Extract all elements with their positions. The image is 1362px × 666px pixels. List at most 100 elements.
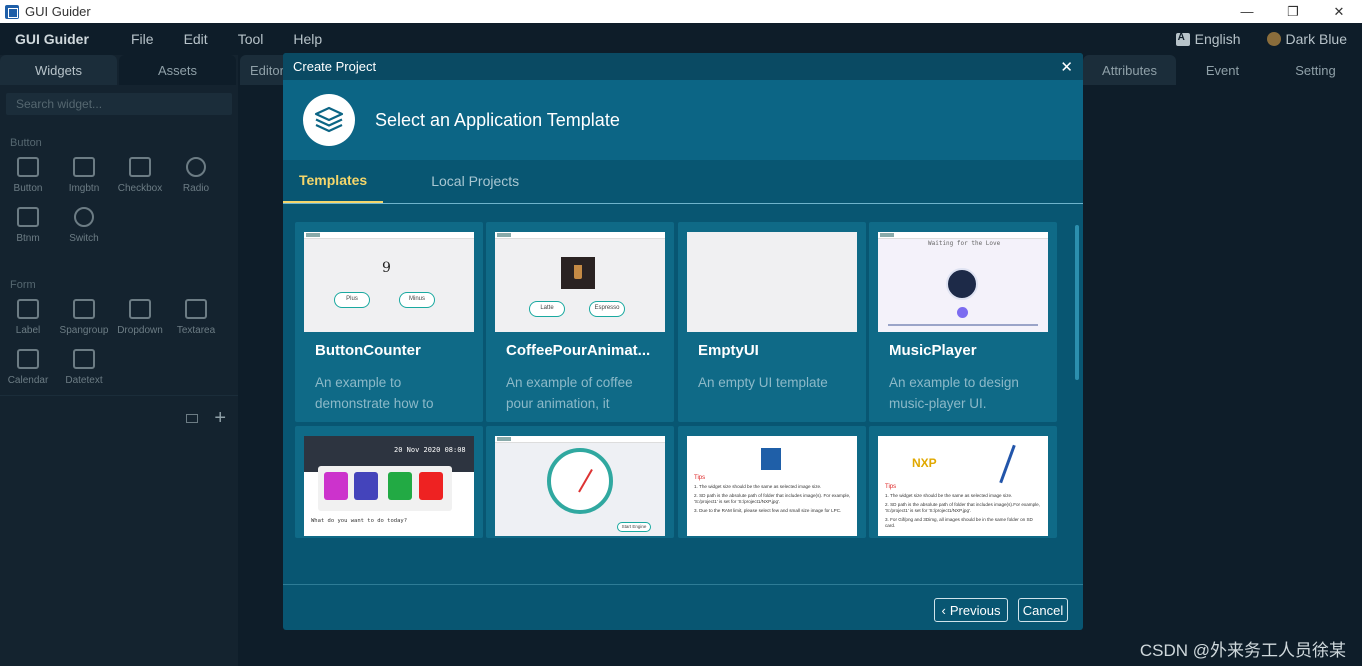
widget-search-input[interactable]: Search widget... bbox=[6, 93, 232, 115]
widget-calendar[interactable]: Calendar bbox=[0, 349, 56, 399]
widget-label: Switch bbox=[69, 233, 99, 244]
tab-setting[interactable]: Setting bbox=[1269, 55, 1362, 85]
widget-label: Textarea bbox=[176, 325, 216, 336]
tips-text: 1. The widget size should be the same as… bbox=[694, 484, 851, 513]
tab-templates[interactable]: Templates bbox=[283, 159, 384, 203]
theme-label: Dark Blue bbox=[1285, 31, 1347, 47]
language-label: English bbox=[1194, 31, 1241, 47]
widget-button[interactable]: Button bbox=[0, 157, 56, 207]
printer-date: 20 Nov 2020 08:08 bbox=[394, 446, 466, 454]
template-grid: 9 Plus Minus ButtonCounter An example to… bbox=[295, 222, 1073, 538]
widget-label: Radio bbox=[182, 183, 210, 194]
coffee-cup-image bbox=[561, 257, 595, 289]
spangroup-widget-icon bbox=[73, 299, 95, 319]
menu-help[interactable]: Help bbox=[293, 31, 322, 47]
tab-widgets[interactable]: Widgets bbox=[0, 55, 117, 85]
widget-switch[interactable]: Switch bbox=[56, 207, 112, 257]
widget-label: Checkbox bbox=[117, 183, 163, 194]
coffee-thumbnail: Latte Espresso bbox=[495, 232, 665, 332]
dialog-footer: ‹ Previous Cancel bbox=[283, 584, 1083, 630]
menu-tool[interactable]: Tool bbox=[238, 31, 264, 47]
buttoncounter-thumbnail: 9 Plus Minus bbox=[304, 232, 474, 332]
template-card-speedometer[interactable]: Start Engine bbox=[486, 426, 674, 538]
app-logo-icon bbox=[5, 4, 19, 19]
start-engine-pill: Start Engine bbox=[617, 522, 651, 532]
menu-edit[interactable]: Edit bbox=[184, 31, 208, 47]
emptyui-thumbnail bbox=[687, 232, 857, 332]
window-title: GUI Guider bbox=[25, 4, 91, 19]
espresso-pill: Espresso bbox=[589, 301, 625, 317]
form-widgets: Label Spangroup Dropdown Textarea Calend… bbox=[0, 299, 230, 399]
section-title-button: Button bbox=[10, 137, 42, 149]
template-card-image-tips[interactable]: Tips 1. The widget size should be the sa… bbox=[678, 426, 866, 538]
menubar: GUI Guider File Edit Tool Help English D… bbox=[0, 23, 1362, 55]
speedometer-thumbnail: Start Engine bbox=[495, 436, 665, 536]
cancel-button[interactable]: Cancel bbox=[1018, 598, 1068, 622]
food-app-icon bbox=[324, 472, 348, 500]
create-project-dialog: Create Project ✕ Select an Application T… bbox=[283, 53, 1083, 630]
nxp-logo: NXP bbox=[912, 456, 937, 470]
palette-icon bbox=[1266, 32, 1281, 46]
widget-checkbox[interactable]: Checkbox bbox=[112, 157, 168, 207]
card-title: ButtonCounter bbox=[315, 342, 421, 359]
card-description: An example to design music-player UI. bbox=[889, 375, 1019, 411]
close-window-button[interactable]: ✕ bbox=[1316, 0, 1362, 23]
previous-button[interactable]: ‹ Previous bbox=[934, 598, 1008, 622]
right-tabs: Attributes Event Setting bbox=[1083, 55, 1362, 85]
nxp-thumbnail: NXP Tips 1. The widget size should be th… bbox=[878, 436, 1048, 536]
close-icon[interactable]: ✕ bbox=[1060, 58, 1073, 76]
tab-local-projects[interactable]: Local Projects bbox=[415, 159, 535, 203]
template-scrollbar[interactable] bbox=[1075, 225, 1079, 380]
setup-app-icon bbox=[419, 472, 443, 500]
theme-button[interactable]: Dark Blue bbox=[1266, 31, 1347, 47]
textarea-widget-icon bbox=[185, 299, 207, 319]
template-card-printer[interactable]: 20 Nov 2020 08:08 What do you want to do… bbox=[295, 426, 483, 538]
counter-value: 9 bbox=[382, 260, 391, 276]
btnm-widget-icon bbox=[17, 207, 39, 227]
widget-label: Label bbox=[15, 325, 41, 336]
previous-label: Previous bbox=[949, 602, 1001, 618]
switch-widget-icon bbox=[74, 207, 94, 227]
widget-btnm[interactable]: Btnm bbox=[0, 207, 56, 257]
template-card-buttoncounter[interactable]: 9 Plus Minus ButtonCounter An example to… bbox=[295, 222, 483, 422]
add-icon[interactable]: + bbox=[214, 407, 226, 430]
widget-textarea[interactable]: Textarea bbox=[168, 299, 224, 349]
watermark: CSDN @外来务工人员徐某 bbox=[1139, 641, 1346, 660]
template-card-coffee[interactable]: Latte Espresso CoffeePourAnimat... An ex… bbox=[486, 222, 674, 422]
gauge-dial bbox=[547, 448, 613, 514]
template-card-nxp[interactable]: NXP Tips 1. The widget size should be th… bbox=[869, 426, 1057, 538]
widget-label-item[interactable]: Label bbox=[0, 299, 56, 349]
widget-radio[interactable]: Radio bbox=[168, 157, 224, 207]
minimize-button[interactable]: — bbox=[1224, 0, 1270, 23]
plus-pill: Plus bbox=[334, 292, 370, 308]
dialog-titlebar: Create Project ✕ bbox=[283, 53, 1083, 80]
imgbtn-widget-icon bbox=[73, 157, 95, 177]
widget-label: Dropdown bbox=[117, 325, 163, 336]
language-icon bbox=[1175, 32, 1190, 46]
template-card-musicplayer[interactable]: Waiting for the Love MusicPlayer An exam… bbox=[869, 222, 1057, 422]
tips-text: 1. The widget size should be the same as… bbox=[885, 493, 1040, 528]
widget-dropdown[interactable]: Dropdown bbox=[112, 299, 168, 349]
dialog-header: Select an Application Template bbox=[283, 80, 1083, 160]
restore-button[interactable]: ❐ bbox=[1270, 0, 1316, 23]
tab-event[interactable]: Event bbox=[1176, 55, 1269, 85]
widget-label: Calendar bbox=[7, 375, 49, 386]
tips-title: Tips bbox=[694, 475, 706, 481]
language-button[interactable]: English bbox=[1175, 31, 1241, 47]
tab-assets[interactable]: Assets bbox=[119, 55, 236, 85]
layers-logo-icon bbox=[303, 94, 355, 146]
widget-spangroup[interactable]: Spangroup bbox=[56, 299, 112, 349]
widget-datetext[interactable]: Datetext bbox=[56, 349, 112, 399]
minus-pill: Minus bbox=[399, 292, 435, 308]
menubar-tools: English Dark Blue bbox=[1175, 23, 1347, 55]
gui-logo-icon bbox=[761, 448, 781, 470]
tab-attributes[interactable]: Attributes bbox=[1083, 55, 1176, 85]
button-widget-icon bbox=[17, 157, 39, 177]
widget-imgbtn[interactable]: Imgbtn bbox=[56, 157, 112, 207]
brand-label: GUI Guider bbox=[15, 31, 89, 47]
folder-icon[interactable] bbox=[186, 414, 198, 423]
card-title: EmptyUI bbox=[698, 342, 759, 359]
menu-file[interactable]: File bbox=[131, 31, 154, 47]
template-card-emptyui[interactable]: EmptyUI An empty UI template bbox=[678, 222, 866, 422]
checkbox-widget-icon bbox=[129, 157, 151, 177]
